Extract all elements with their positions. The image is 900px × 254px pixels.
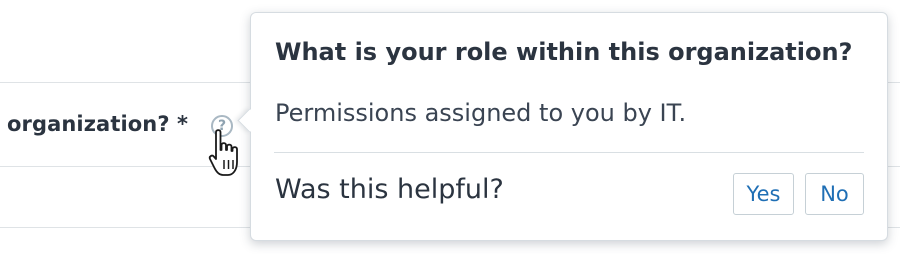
no-button[interactable]: No <box>805 173 864 215</box>
popover-arrow-mask <box>251 104 265 136</box>
popover-divider <box>274 152 864 153</box>
popover-title: What is your role within this organizati… <box>275 38 853 66</box>
yes-button[interactable]: Yes <box>733 173 794 215</box>
hand-pointer-cursor-icon <box>208 129 238 176</box>
role-field-label: organization? * <box>7 112 189 136</box>
helpful-question: Was this helpful? <box>275 174 504 205</box>
form-stage: organization? * ? What is your role with… <box>0 0 900 254</box>
popover-body: Permissions assigned to you by IT. <box>275 99 687 127</box>
